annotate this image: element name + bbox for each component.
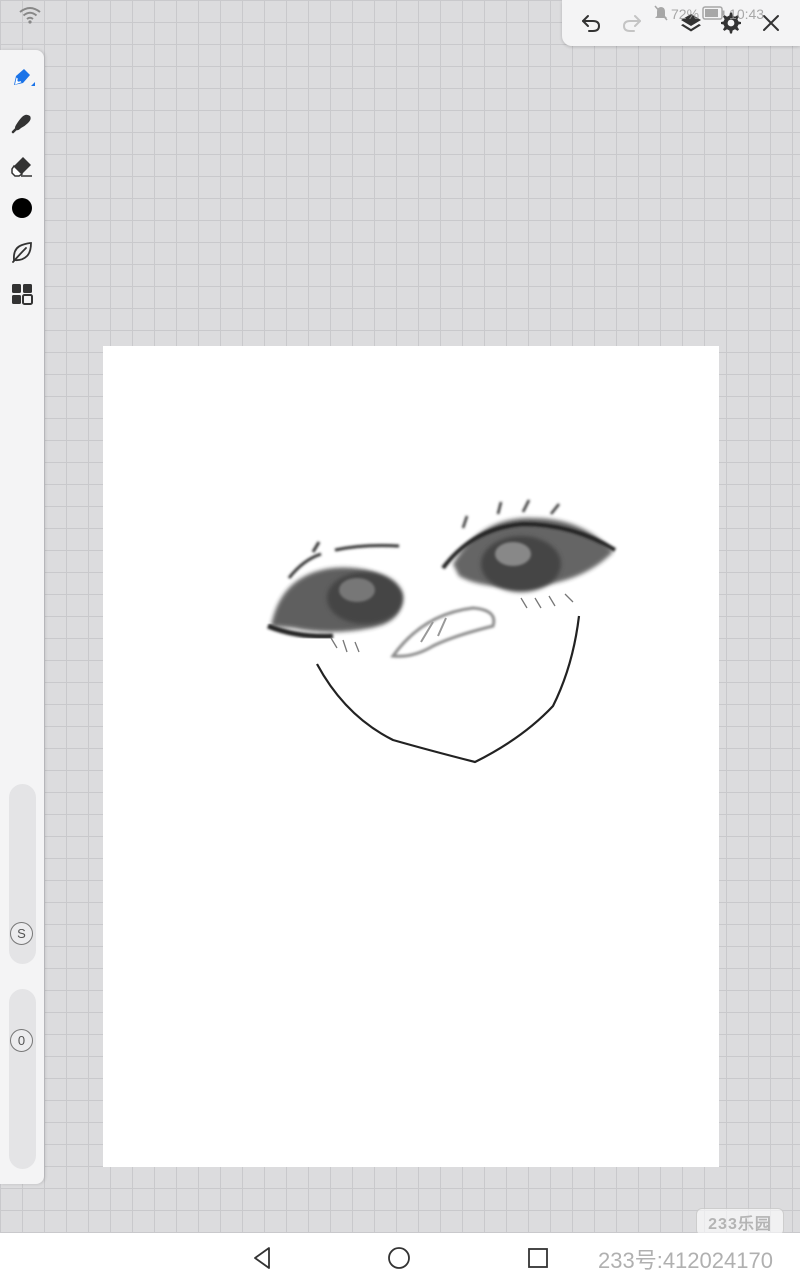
- redo-button[interactable]: [615, 6, 649, 40]
- layers-button[interactable]: [674, 6, 708, 40]
- undo-button[interactable]: [574, 6, 608, 40]
- settings-button[interactable]: [714, 6, 748, 40]
- brush-size-slider[interactable]: S: [9, 784, 36, 964]
- redo-icon: [622, 15, 641, 32]
- grid-icon: [12, 284, 33, 305]
- effect-tool-button[interactable]: [6, 236, 38, 268]
- eraser-icon: [11, 157, 32, 177]
- nose-drawing: [390, 606, 496, 658]
- top-toolbar: [562, 0, 800, 46]
- color-picker-button[interactable]: [6, 192, 38, 224]
- recents-icon: [528, 1248, 548, 1268]
- back-icon: [254, 1247, 270, 1269]
- home-button[interactable]: [384, 1243, 414, 1273]
- tool-sidebar: S 0: [0, 50, 44, 1184]
- leaf-icon: [12, 242, 32, 263]
- smudge-icon: [11, 114, 31, 134]
- opacity-knob[interactable]: 0: [10, 1029, 33, 1052]
- drawing-canvas[interactable]: [103, 346, 719, 1167]
- settings-icon: [721, 12, 741, 34]
- back-button[interactable]: [247, 1243, 277, 1273]
- gallery-button[interactable]: [6, 278, 38, 310]
- left-eye-drawing: [267, 541, 403, 653]
- face-outline-drawing: [316, 615, 581, 764]
- home-icon: [388, 1247, 410, 1269]
- close-icon: [763, 15, 779, 31]
- close-button[interactable]: [754, 6, 788, 40]
- watermark-logo: 233乐园: [696, 1208, 784, 1236]
- undo-icon: [582, 15, 601, 32]
- opacity-slider[interactable]: 0: [9, 989, 36, 1169]
- wifi-icon: [18, 5, 42, 25]
- eraser-tool-button[interactable]: [6, 150, 38, 182]
- brush-size-knob[interactable]: S: [10, 922, 33, 945]
- sketch-artwork: [267, 499, 617, 764]
- brush-size-label: S: [17, 926, 26, 941]
- color-dot-icon: [12, 198, 32, 218]
- smudge-tool-button[interactable]: [6, 106, 38, 138]
- layers-icon: [681, 14, 701, 32]
- opacity-label: 0: [17, 1033, 26, 1048]
- right-eye-drawing: [441, 499, 617, 609]
- pen-tool-button[interactable]: [6, 62, 38, 94]
- recents-button[interactable]: [523, 1243, 553, 1273]
- watermark-id: 233号:412024170: [598, 1248, 773, 1273]
- pen-icon: [14, 69, 35, 86]
